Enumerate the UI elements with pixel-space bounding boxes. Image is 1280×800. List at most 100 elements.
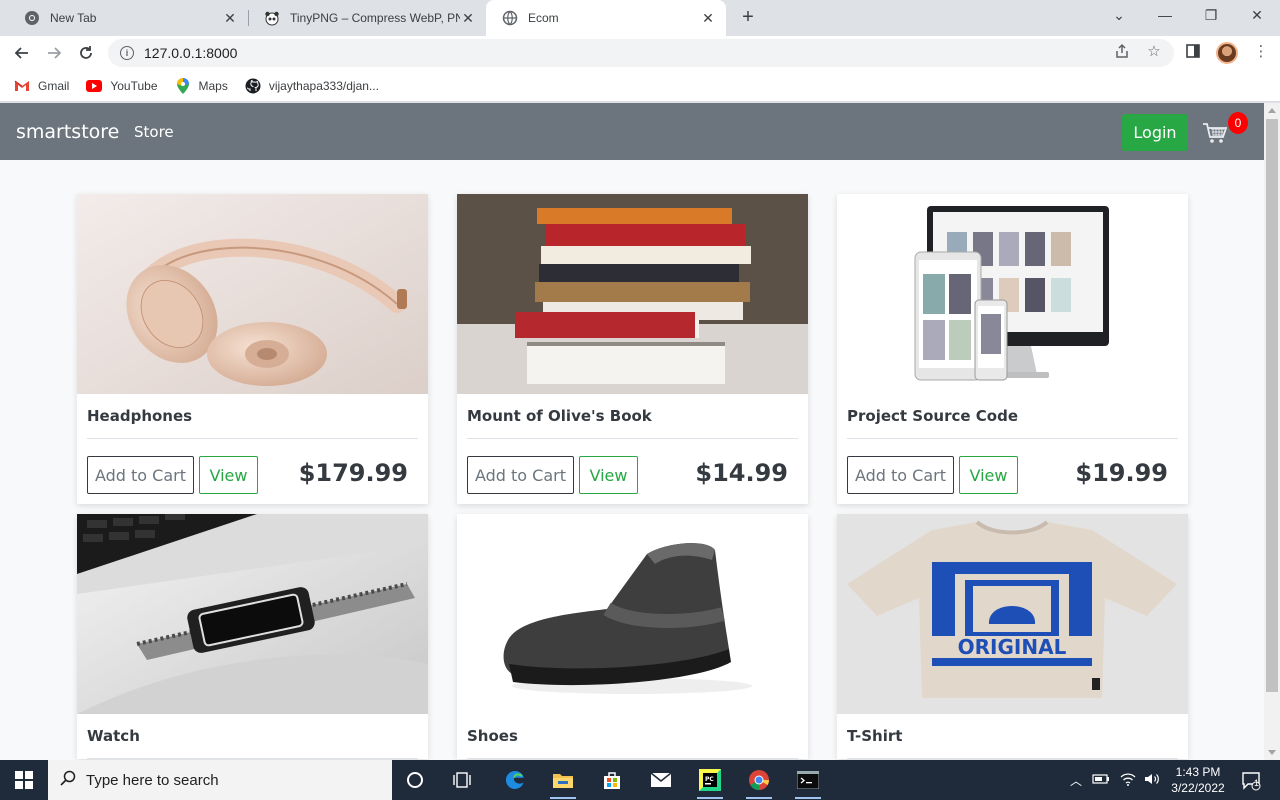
notifications-icon[interactable]: 1 bbox=[1236, 766, 1266, 794]
view-button[interactable]: View bbox=[199, 456, 258, 494]
youtube-icon bbox=[86, 78, 103, 94]
tshirt-image: ORIGINAL bbox=[837, 514, 1188, 714]
close-icon[interactable]: ✕ bbox=[700, 10, 716, 26]
product-name[interactable]: Mount of Olive's Book bbox=[467, 394, 798, 439]
window-close-icon[interactable]: ✕ bbox=[1234, 0, 1280, 30]
book-stack-image bbox=[457, 194, 808, 394]
scroll-up-arrow-icon[interactable] bbox=[1268, 108, 1276, 113]
product-card-headphones: Headphones Add to Cart View $179.99 bbox=[77, 194, 428, 504]
bookmark-youtube[interactable]: YouTube bbox=[86, 78, 158, 94]
page-scrollbar[interactable] bbox=[1264, 103, 1280, 760]
profile-avatar[interactable] bbox=[1216, 42, 1238, 64]
responsive-devices-image bbox=[837, 194, 1188, 394]
brand-logo-text[interactable]: smartstore bbox=[16, 121, 119, 143]
view-button[interactable]: View bbox=[959, 456, 1018, 494]
product-name[interactable]: Headphones bbox=[87, 394, 418, 439]
browser-toolbar: i 127.0.0.1:8000 ☆ ⋮ bbox=[0, 36, 1280, 70]
product-card-tshirt: ORIGINAL T-Shirt bbox=[837, 514, 1188, 759]
bookmarks-bar: Gmail YouTube Maps vijaythapa333/djan... bbox=[0, 70, 1280, 102]
add-to-cart-button[interactable]: Add to Cart bbox=[87, 456, 194, 494]
bookmark-maps[interactable]: Maps bbox=[175, 77, 228, 94]
product-price: $179.99 bbox=[298, 459, 408, 487]
kebab-menu-icon[interactable]: ⋮ bbox=[1250, 40, 1272, 62]
close-icon[interactable]: ✕ bbox=[222, 10, 238, 26]
tab-new-tab[interactable]: New Tab ✕ bbox=[8, 0, 248, 36]
product-price: $19.99 bbox=[1075, 459, 1168, 487]
side-panel-icon[interactable] bbox=[1182, 40, 1204, 62]
product-card-source-code: Project Source Code Add to Cart View $19… bbox=[837, 194, 1188, 504]
page-viewport: smartstore Store Login 0 Headphones Add … bbox=[0, 103, 1264, 760]
file-explorer-icon[interactable] bbox=[548, 766, 578, 799]
minimize-icon[interactable]: — bbox=[1142, 0, 1188, 30]
back-arrow-icon[interactable] bbox=[10, 41, 34, 65]
system-tray: ︿ bbox=[1070, 760, 1160, 800]
close-icon[interactable]: ✕ bbox=[460, 10, 476, 26]
battery-icon[interactable] bbox=[1092, 773, 1110, 788]
maps-icon bbox=[175, 77, 191, 94]
windows-taskbar: Type here to search PC ︿ 1:43 PM 3/22/20… bbox=[0, 760, 1280, 800]
browser-tab-strip: New Tab ✕ TinyPNG – Compress WebP, PNG ✕… bbox=[0, 0, 1280, 36]
scrollbar-thumb[interactable] bbox=[1266, 119, 1278, 692]
site-navbar: smartstore Store Login 0 bbox=[0, 103, 1264, 160]
tab-title: New Tab bbox=[50, 11, 97, 25]
tab-ecom[interactable]: Ecom ✕ bbox=[486, 0, 726, 36]
tab-title: TinyPNG – Compress WebP, PNG bbox=[290, 11, 460, 25]
tab-search-chevron-icon[interactable]: ⌄ bbox=[1096, 0, 1142, 30]
product-name[interactable]: Watch bbox=[87, 714, 418, 759]
clock-time: 1:43 PM bbox=[1175, 765, 1221, 779]
tab-tinypng[interactable]: TinyPNG – Compress WebP, PNG ✕ bbox=[248, 0, 486, 36]
wifi-icon[interactable] bbox=[1120, 772, 1136, 789]
product-price: $14.99 bbox=[695, 459, 788, 487]
windows-start-icon[interactable] bbox=[0, 760, 48, 800]
bookmark-label: Maps bbox=[198, 78, 228, 93]
new-tab-plus-icon[interactable]: + bbox=[737, 6, 759, 28]
address-bar[interactable]: i 127.0.0.1:8000 bbox=[108, 39, 1174, 67]
site-info-icon[interactable]: i bbox=[120, 46, 134, 60]
tab-title: Ecom bbox=[528, 11, 559, 25]
product-name[interactable]: Project Source Code bbox=[847, 394, 1178, 439]
add-to-cart-button[interactable]: Add to Cart bbox=[847, 456, 954, 494]
cart-count-badge: 0 bbox=[1228, 112, 1248, 134]
task-view-icon[interactable] bbox=[448, 766, 478, 794]
product-name[interactable]: Shoes bbox=[467, 714, 798, 759]
edge-icon[interactable] bbox=[500, 766, 530, 794]
search-icon bbox=[60, 770, 76, 790]
clock-date: 3/22/2022 bbox=[1171, 781, 1225, 795]
terminal-icon[interactable] bbox=[793, 766, 823, 799]
share-icon[interactable] bbox=[1111, 40, 1133, 62]
url-text: 127.0.0.1:8000 bbox=[144, 45, 238, 61]
gmail-icon bbox=[14, 78, 30, 94]
add-to-cart-button[interactable]: Add to Cart bbox=[467, 456, 574, 494]
bookmark-star-icon[interactable]: ☆ bbox=[1143, 40, 1165, 62]
chrome-icon bbox=[24, 10, 40, 26]
tray-chevron-up-icon[interactable]: ︿ bbox=[1070, 772, 1082, 789]
product-card-book: Mount of Olive's Book Add to Cart View $… bbox=[457, 194, 808, 504]
volume-icon[interactable] bbox=[1144, 772, 1160, 789]
taskbar-search-box[interactable]: Type here to search bbox=[48, 760, 392, 800]
bookmark-label: vijaythapa333/djan... bbox=[268, 78, 379, 93]
nav-link-store[interactable]: Store bbox=[134, 123, 174, 141]
product-name[interactable]: T-Shirt bbox=[847, 714, 1178, 759]
svg-text:PC: PC bbox=[705, 776, 714, 783]
forward-arrow-icon[interactable] bbox=[42, 41, 66, 65]
sneaker-image bbox=[457, 514, 808, 714]
scroll-down-arrow-icon[interactable] bbox=[1268, 750, 1276, 755]
bookmark-label: YouTube bbox=[110, 78, 158, 93]
bookmark-gmail[interactable]: Gmail bbox=[14, 78, 69, 94]
restore-icon[interactable]: ❐ bbox=[1188, 0, 1234, 30]
bookmark-github[interactable]: vijaythapa333/djan... bbox=[245, 78, 379, 94]
search-placeholder: Type here to search bbox=[86, 771, 219, 789]
mail-icon[interactable] bbox=[646, 766, 676, 794]
headphones-image bbox=[77, 194, 428, 394]
globe-icon bbox=[502, 10, 518, 26]
cart-icon[interactable] bbox=[1202, 121, 1228, 145]
chrome-taskbar-icon[interactable] bbox=[744, 766, 774, 799]
product-card-watch: Watch bbox=[77, 514, 428, 759]
reload-icon[interactable] bbox=[74, 41, 98, 65]
login-button[interactable]: Login bbox=[1122, 114, 1188, 151]
taskbar-clock[interactable]: 1:43 PM 3/22/2022 bbox=[1168, 764, 1228, 796]
cortana-icon[interactable] bbox=[400, 766, 430, 794]
view-button[interactable]: View bbox=[579, 456, 638, 494]
microsoft-store-icon[interactable] bbox=[597, 766, 627, 794]
pycharm-icon[interactable]: PC bbox=[695, 766, 725, 799]
